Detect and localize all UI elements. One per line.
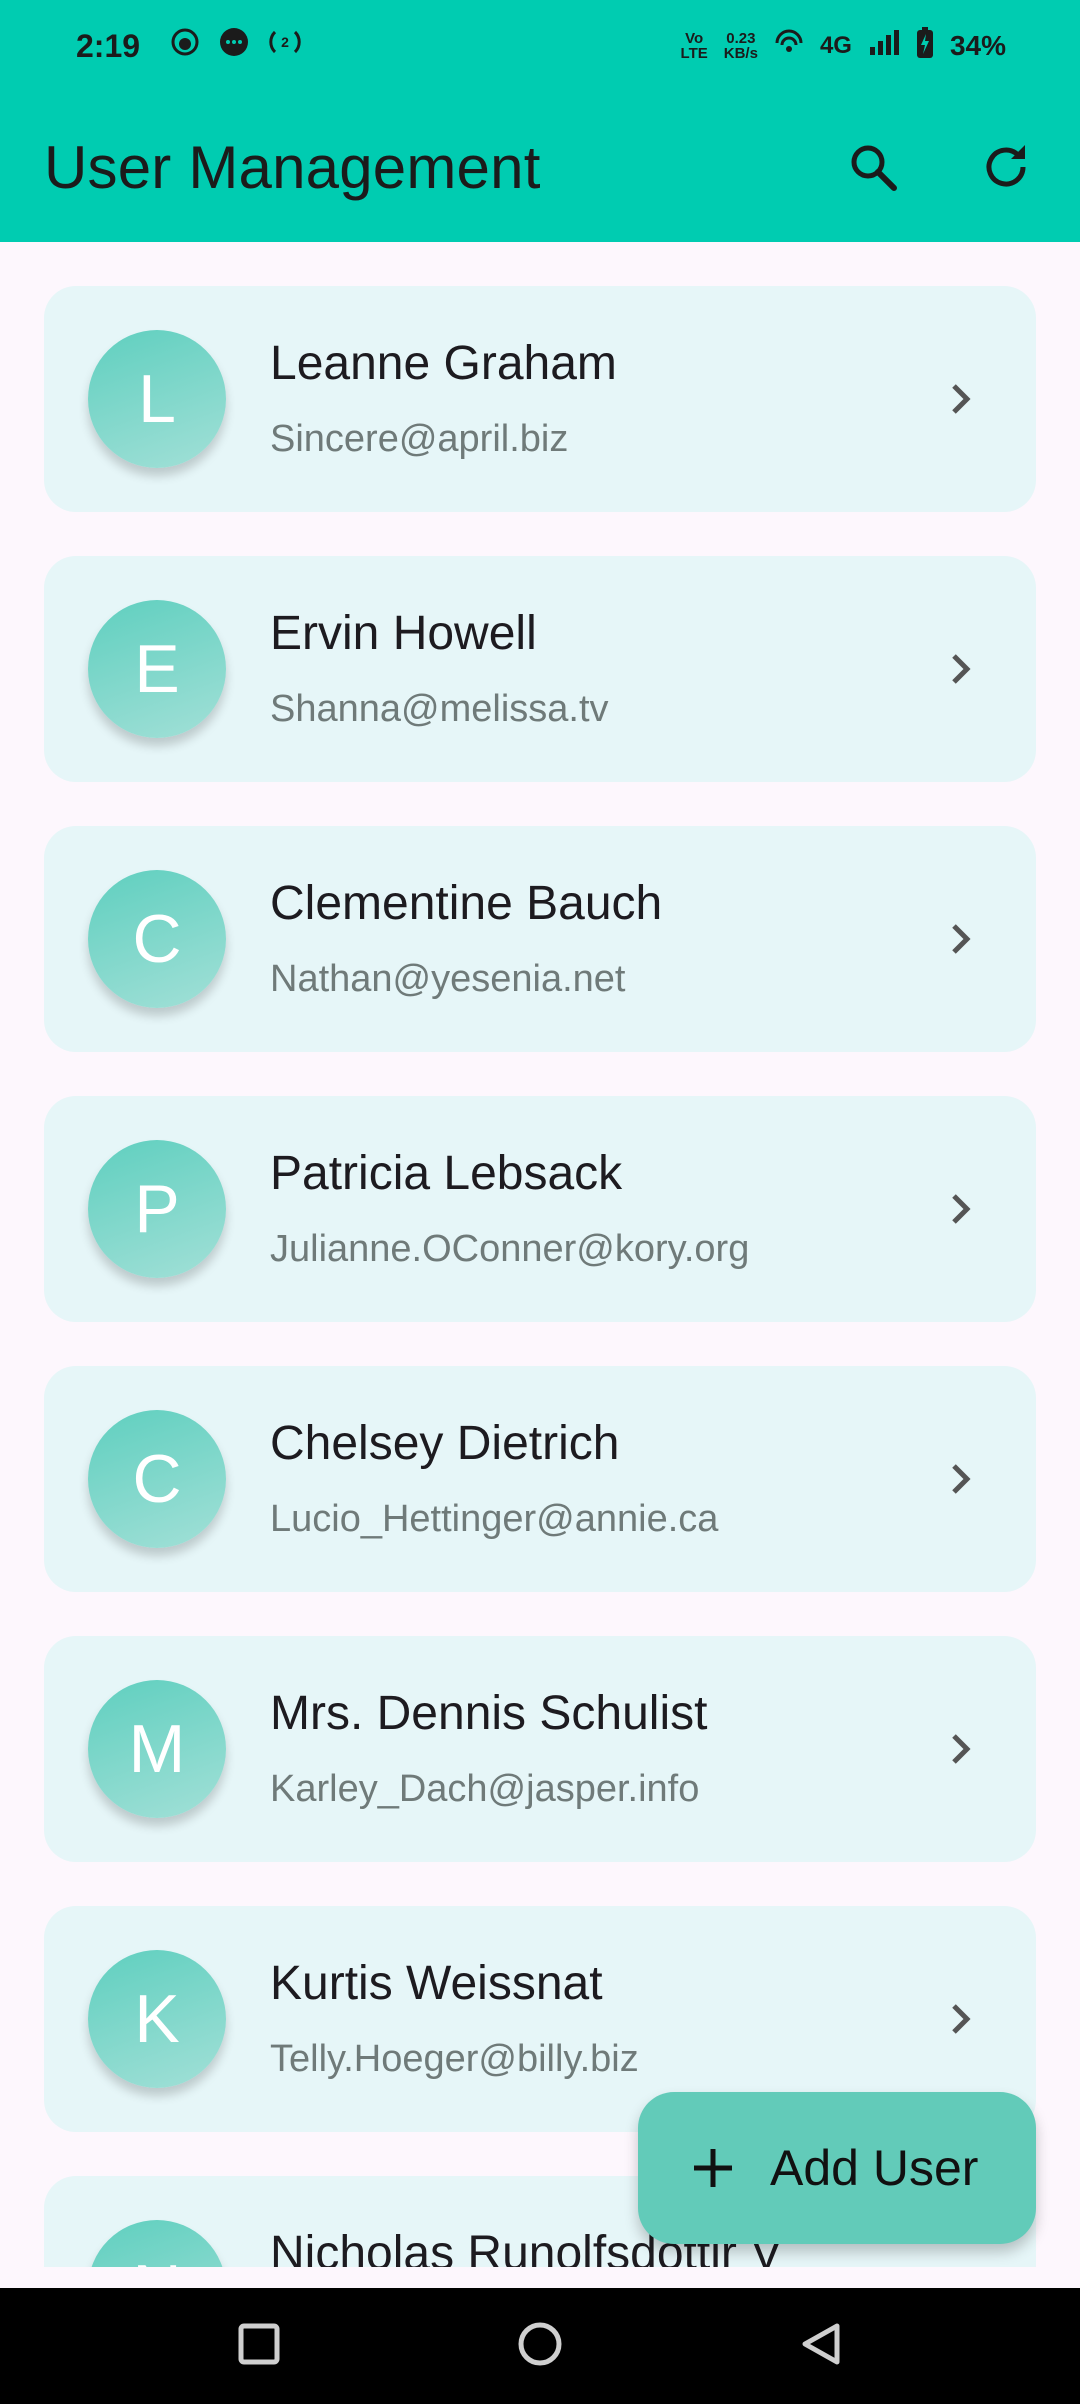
system-nav-bar: [0, 2288, 1080, 2404]
user-list[interactable]: L Leanne Graham Sincere@april.biz E Ervi…: [0, 242, 1080, 2267]
avatar: P: [88, 1140, 226, 1278]
user-email: Karley_Dach@jasper.info: [270, 1768, 700, 1810]
refresh-icon: [986, 145, 1026, 187]
page-title: User Management: [44, 133, 541, 201]
face-icon: [170, 27, 200, 65]
status-time: 2:19: [76, 27, 141, 64]
chevron-right-icon: [938, 1186, 984, 1232]
chevron-right-icon: [938, 1726, 984, 1772]
user-name: Leanne Graham: [270, 337, 617, 390]
user-email: Nathan@yesenia.net: [270, 958, 626, 1000]
user-name: Ervin Howell: [270, 607, 537, 660]
notification-icons: 2: [170, 26, 302, 66]
speed-unit: KB/s: [723, 45, 758, 62]
avatar: K: [88, 1950, 226, 2088]
battery-charging-icon: [916, 26, 934, 66]
add-user-label: Add User: [770, 2140, 979, 2196]
status-right: VoVoLTELTE 0.23 KB/s 4G 34%: [680, 26, 1006, 66]
user-email: Sincere@april.biz: [270, 418, 569, 460]
user-card[interactable]: E Ervin Howell Shanna@melissa.tv: [44, 556, 1036, 782]
volte-indicator: VoVoLTELTE: [680, 30, 708, 62]
svg-text:2: 2: [281, 34, 289, 50]
back-icon: [802, 2323, 840, 2364]
status-left: 2:19 2: [76, 26, 302, 66]
user-card[interactable]: P Patricia Lebsack Julianne.OConner@kory…: [44, 1096, 1036, 1322]
user-email: Julianne.OConner@kory.org: [270, 1228, 750, 1270]
user-name: Mrs. Dennis Schulist: [270, 1687, 708, 1740]
avatar: N: [88, 2220, 226, 2267]
hotspot-icon: 2: [268, 27, 302, 65]
user-email: Shanna@melissa.tv: [270, 688, 609, 730]
chevron-right-icon: [938, 646, 984, 692]
chevron-right-icon: [938, 1456, 984, 1502]
user-name: Kurtis Weissnat: [270, 1957, 603, 2010]
wifi-signal-icon: [774, 29, 804, 64]
chevron-right-icon: [938, 916, 984, 962]
cell-signal-icon: [868, 29, 900, 64]
user-card[interactable]: M Mrs. Dennis Schulist Karley_Dach@jaspe…: [44, 1636, 1036, 1862]
user-name: Patricia Lebsack: [270, 1147, 623, 1200]
battery-level: 34%: [949, 30, 1006, 61]
status-bar: 2:19 2 VoVoLTELTE 0.23 KB/s 4G: [0, 0, 1080, 92]
home-button[interactable]: [516, 2320, 564, 2373]
search-button[interactable]: [838, 132, 908, 202]
chevron-right-icon: [938, 1996, 984, 2042]
avatar: C: [88, 1410, 226, 1548]
user-card[interactable]: C Clementine Bauch Nathan@yesenia.net: [44, 826, 1036, 1052]
home-icon: [518, 2322, 562, 2365]
recents-icon: [238, 2323, 280, 2364]
plus-icon: [694, 2149, 732, 2187]
recents-button[interactable]: [237, 2322, 281, 2371]
app-bar: User Management: [0, 92, 1080, 242]
app-bar-actions: [838, 132, 1042, 202]
network-type: 4G: [819, 32, 852, 59]
speed-value: 0.23: [726, 30, 756, 47]
avatar: E: [88, 600, 226, 738]
avatar: C: [88, 870, 226, 1008]
user-email: Lucio_Hettinger@annie.ca: [270, 1498, 719, 1540]
user-email: Telly.Hoeger@billy.biz: [270, 2038, 639, 2080]
refresh-button[interactable]: [972, 132, 1042, 202]
chevron-right-icon: [938, 376, 984, 422]
user-name: Chelsey Dietrich: [270, 1417, 620, 1470]
message-icon: [218, 26, 250, 66]
user-name: Clementine Bauch: [270, 877, 663, 930]
avatar: L: [88, 330, 226, 468]
search-icon: [851, 145, 897, 191]
speed-indicator: 0.23 KB/s: [724, 31, 758, 61]
add-user-button[interactable]: Add User: [638, 2092, 1036, 2244]
user-card[interactable]: L Leanne Graham Sincere@april.biz: [44, 286, 1036, 512]
user-card[interactable]: C Chelsey Dietrich Lucio_Hettinger@annie…: [44, 1366, 1036, 1592]
back-button[interactable]: [799, 2322, 843, 2371]
avatar: M: [88, 1680, 226, 1818]
